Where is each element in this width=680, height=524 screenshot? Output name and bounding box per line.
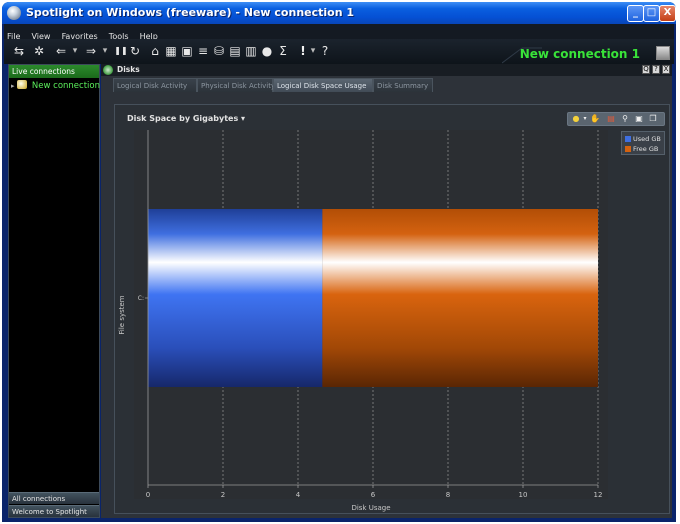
back-icon[interactable]: ⇐ xyxy=(54,44,68,58)
help-icon[interactable]: ? xyxy=(318,44,332,58)
connections-sidebar: Live connections ▸ New connection 1 All … xyxy=(8,64,108,518)
title-bar[interactable]: Spotlight on Windows (freeware) - New co… xyxy=(2,2,676,24)
x-tick-label: 10 xyxy=(519,491,528,499)
close-button[interactable]: X xyxy=(659,5,676,22)
back-dropdown-icon[interactable]: ▾ xyxy=(68,44,82,58)
x-tick-label: 0 xyxy=(146,491,150,499)
y-axis-label: File system xyxy=(118,295,126,334)
legend-used-label: Used GB xyxy=(633,135,661,143)
bar-used-gb[interactable] xyxy=(148,209,323,387)
stack-icon[interactable]: ≡ xyxy=(196,44,210,58)
y-tick-label: C: xyxy=(138,295,144,302)
minimize-button[interactable]: _ xyxy=(627,5,644,22)
disks-title: Disks xyxy=(117,65,140,74)
window-title: Spotlight on Windows (freeware) - New co… xyxy=(26,6,355,19)
disks-refresh-icon[interactable] xyxy=(103,65,113,75)
legend-used: Used GB xyxy=(625,135,661,143)
window-icon[interactable]: ▣ xyxy=(180,44,194,58)
x-tick-label: 8 xyxy=(446,491,450,499)
connection-tree-item[interactable]: ▸ New connection 1 xyxy=(11,80,108,92)
welcome-tab[interactable]: Welcome to Spotlight xyxy=(9,505,99,517)
connection-name: New connection 1 xyxy=(31,81,109,91)
menu-bar: File View Favorites Tools Help xyxy=(4,24,674,41)
help-panel-button[interactable]: ? xyxy=(652,65,660,74)
current-connection-label: New connection 1 xyxy=(519,47,640,61)
tab-disk-summary[interactable]: Disk Summary xyxy=(373,78,433,92)
tab-logical-disk-activity[interactable]: Logical Disk Activity xyxy=(113,78,197,92)
x-axis-label: Disk Usage xyxy=(351,504,390,512)
home-icon[interactable]: ⌂ xyxy=(148,44,162,58)
grid-icon[interactable]: ▦ xyxy=(164,44,178,58)
tab-physical-disk-activity[interactable]: Physical Disk Activity xyxy=(197,78,275,92)
disks-header: Disks Q ? X xyxy=(101,64,672,76)
globe-icon[interactable]: ● xyxy=(260,44,274,58)
pause-icon[interactable]: ❚❚ xyxy=(114,44,128,58)
disconnect-icon[interactable]: ✲ xyxy=(32,44,46,58)
connect-icon[interactable]: ⇆ xyxy=(12,44,26,58)
spotlight-app-icon xyxy=(7,6,21,20)
legend-free-label: Free GB xyxy=(633,145,659,153)
disks-panel: Disks Q ? X Logical Disk Activity Physic… xyxy=(101,64,672,518)
x-tick-label: 4 xyxy=(296,491,301,499)
close-panel-button[interactable]: X xyxy=(662,65,670,74)
x-tick-label: 12 xyxy=(594,491,603,499)
legend-free: Free GB xyxy=(625,145,658,153)
live-connections-header[interactable]: Live connections xyxy=(9,65,99,78)
legend-used-swatch xyxy=(625,136,631,142)
dashboard-icon[interactable]: ▤ xyxy=(228,44,242,58)
bar-free-gb[interactable] xyxy=(322,209,598,387)
x-tick-label: 2 xyxy=(221,491,225,499)
bar-chart-icon[interactable]: ▥ xyxy=(244,44,258,58)
all-connections-tab[interactable]: All connections xyxy=(9,492,99,504)
forward-icon[interactable]: ⇒ xyxy=(84,44,98,58)
legend-free-swatch xyxy=(625,146,631,152)
forward-dropdown-icon[interactable]: ▾ xyxy=(98,44,112,58)
tab-logical-disk-space-usage[interactable]: Logical Disk Space Usage xyxy=(273,78,373,92)
server-node-icon xyxy=(17,80,28,89)
database-icon[interactable]: ⛁ xyxy=(212,44,226,58)
refresh-icon[interactable]: ↻ xyxy=(128,44,142,58)
sum-icon[interactable]: Σ xyxy=(276,44,290,58)
expand-arrow-icon[interactable]: ▸ xyxy=(11,82,15,90)
app-window: Spotlight on Windows (freeware) - New co… xyxy=(2,2,676,522)
maximize-button[interactable]: □ xyxy=(643,5,660,22)
chart-legend: Used GB Free GB xyxy=(621,131,665,155)
bars xyxy=(148,209,598,387)
disk-space-chart: 0 2 4 6 8 10 12 C: File system Disk Usage xyxy=(118,130,608,512)
computer-icon[interactable] xyxy=(656,46,670,60)
chart-panel: Disk Space by Gigabytes ▾ ● ▾ ✋ ▤ ⚲ ▣ ❐ xyxy=(114,104,670,514)
x-tick-label: 6 xyxy=(371,491,376,499)
zoom-panel-button[interactable]: Q xyxy=(642,65,650,74)
